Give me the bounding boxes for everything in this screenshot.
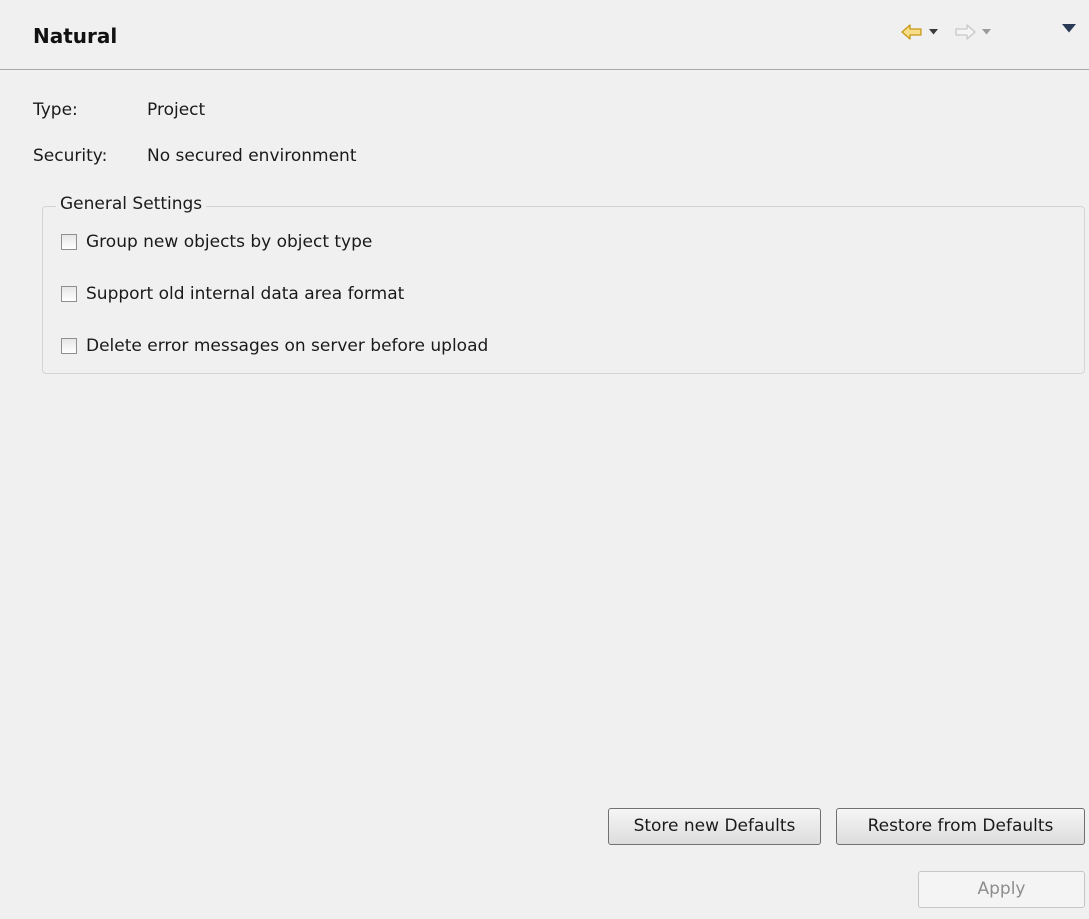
chevron-down-icon[interactable] — [982, 29, 991, 35]
security-value: No secured environment — [147, 146, 357, 166]
view-menu-button[interactable] — [1062, 24, 1076, 33]
type-label: Type: — [33, 100, 78, 120]
delete-error-messages-option[interactable]: Delete error messages on server before u… — [61, 336, 488, 356]
security-row: Security: No secured environment — [33, 146, 357, 166]
view-menu-icon — [1062, 24, 1076, 33]
back-button[interactable] — [901, 24, 938, 40]
delete-error-messages-label[interactable]: Delete error messages on server before u… — [86, 336, 488, 356]
old-data-area-format-checkbox[interactable] — [61, 286, 77, 302]
general-settings-legend: General Settings — [56, 194, 207, 214]
back-arrow-icon — [901, 24, 923, 40]
forward-button[interactable] — [954, 24, 991, 40]
page-header: Natural — [0, 0, 1089, 70]
page-title: Natural — [33, 24, 118, 48]
store-new-defaults-button[interactable]: Store new Defaults — [608, 808, 821, 845]
delete-error-messages-checkbox[interactable] — [61, 338, 77, 354]
group-by-type-label[interactable]: Group new objects by object type — [86, 232, 372, 252]
security-label: Security: — [33, 146, 108, 166]
preference-page: Natural Type: Project Security: No secur… — [0, 0, 1089, 919]
forward-arrow-icon — [954, 24, 976, 40]
group-by-type-checkbox[interactable] — [61, 234, 77, 250]
chevron-down-icon[interactable] — [929, 29, 938, 35]
restore-from-defaults-button[interactable]: Restore from Defaults — [836, 808, 1085, 845]
type-value: Project — [147, 100, 206, 120]
old-data-area-format-label[interactable]: Support old internal data area format — [86, 284, 404, 304]
old-data-area-format-option[interactable]: Support old internal data area format — [61, 284, 404, 304]
type-row: Type: Project — [33, 100, 205, 120]
group-by-type-option[interactable]: Group new objects by object type — [61, 232, 372, 252]
apply-button[interactable]: Apply — [918, 871, 1085, 908]
